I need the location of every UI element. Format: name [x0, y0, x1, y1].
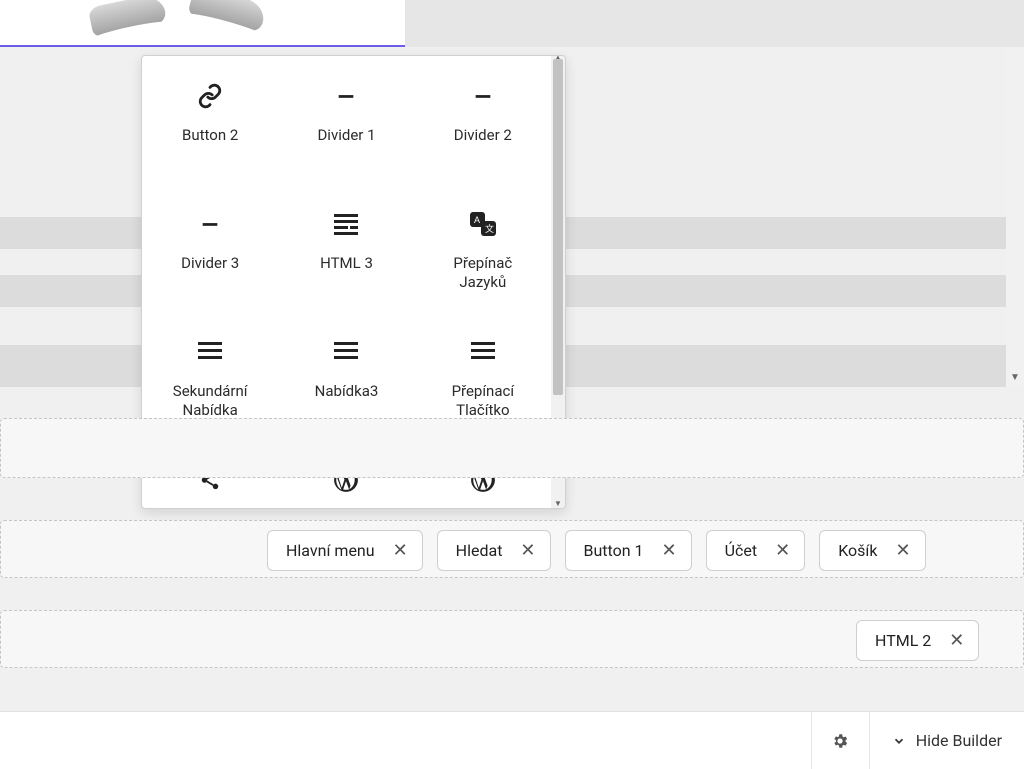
hide-builder-label: Hide Builder	[916, 731, 1002, 750]
hide-builder-button[interactable]: Hide Builder	[869, 712, 1024, 769]
component-divider-1[interactable]: Divider 1	[278, 74, 414, 202]
builder-chip-account[interactable]: Účet ✕	[706, 530, 806, 571]
builder-chip-button-1[interactable]: Button 1 ✕	[565, 530, 692, 571]
illustration-shoe	[187, 0, 267, 33]
chip-container: Hlavní menu ✕ Hledat ✕ Button 1 ✕ Účet ✕…	[267, 530, 926, 571]
menu-icon	[469, 340, 497, 364]
close-icon[interactable]: ✕	[775, 542, 790, 560]
component-label: HTML 3	[320, 254, 373, 273]
builder-slot-row[interactable]	[0, 418, 1024, 478]
preview-canvas-left	[0, 0, 405, 47]
menu-icon	[196, 340, 224, 364]
chevron-down-icon[interactable]: ▼	[1010, 372, 1020, 383]
component-label: Divider 3	[181, 254, 239, 273]
builder-chip-search[interactable]: Hledat ✕	[437, 530, 551, 571]
component-divider-2[interactable]: Divider 2	[415, 74, 551, 202]
link-icon	[196, 84, 224, 108]
close-icon[interactable]: ✕	[662, 542, 677, 560]
component-label: Sekundární Nabídka	[173, 382, 248, 420]
component-html-3[interactable]: HTML 3	[278, 202, 414, 330]
translate-icon: A文	[469, 212, 497, 236]
html-icon	[332, 212, 360, 236]
component-language-switcher[interactable]: A文 Přepínač Jazyků	[415, 202, 551, 330]
illustration-shoe	[88, 0, 168, 37]
component-divider-3[interactable]: Divider 3	[142, 202, 278, 330]
svg-text:文: 文	[485, 223, 494, 234]
chip-container: HTML 2 ✕	[856, 620, 979, 661]
close-icon[interactable]: ✕	[520, 542, 535, 560]
chip-label: Účet	[725, 541, 757, 560]
chip-label: Hlavní menu	[286, 541, 375, 560]
builder-chip-main-menu[interactable]: Hlavní menu ✕	[267, 530, 423, 571]
svg-text:A: A	[474, 215, 480, 225]
close-icon[interactable]: ✕	[393, 542, 408, 560]
chevron-down-icon[interactable]: ▼	[554, 500, 562, 508]
menu-icon	[332, 340, 360, 364]
scrollbar-thumb[interactable]	[553, 59, 563, 395]
chip-label: Hledat	[456, 541, 503, 560]
builder-bottom-bar: Hide Builder	[0, 711, 1024, 769]
gear-icon	[831, 732, 849, 750]
builder-chip-cart[interactable]: Košík ✕	[819, 530, 925, 571]
builder-slot-row[interactable]: HTML 2 ✕	[0, 610, 1024, 668]
chevron-down-icon	[892, 734, 906, 748]
divider-icon	[196, 212, 224, 236]
component-label: Button 2	[182, 126, 238, 145]
divider-icon	[332, 84, 360, 108]
preview-canvas-right	[405, 0, 1024, 47]
chip-label: Košík	[838, 541, 877, 560]
divider-icon	[469, 84, 497, 108]
component-label: Divider 1	[317, 126, 375, 145]
builder-slot-row[interactable]: Hlavní menu ✕ Hledat ✕ Button 1 ✕ Účet ✕…	[0, 520, 1024, 578]
builder-chip-html-2[interactable]: HTML 2 ✕	[856, 620, 979, 661]
component-label: Přepínací Tlačítko	[452, 382, 515, 420]
settings-button[interactable]	[811, 712, 869, 769]
preview-strip	[0, 0, 1024, 47]
chip-label: Button 1	[584, 541, 644, 560]
close-icon[interactable]: ✕	[949, 632, 964, 650]
component-label: Přepínač Jazyků	[453, 254, 512, 292]
component-button-2[interactable]: Button 2	[142, 74, 278, 202]
component-label: Nabídka3	[315, 382, 379, 401]
component-label: Divider 2	[454, 126, 512, 145]
chip-label: HTML 2	[875, 631, 931, 650]
panel-scrollbar[interactable]: ▼	[1006, 47, 1024, 387]
close-icon[interactable]: ✕	[895, 542, 910, 560]
